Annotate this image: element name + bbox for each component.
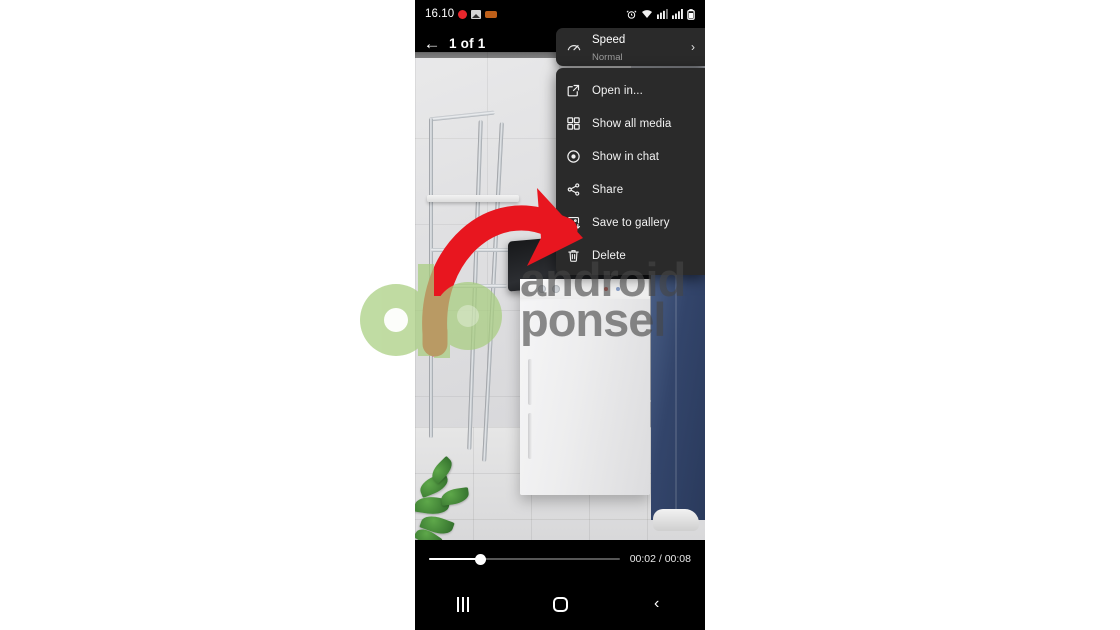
- menu-item-show-all-media[interactable]: Show all media: [556, 107, 705, 140]
- orange-app-icon: [485, 10, 498, 18]
- wifi-icon: [641, 9, 653, 19]
- back-arrow-icon[interactable]: ←: [415, 35, 449, 52]
- potted-plant: [415, 455, 479, 552]
- washer-control-panel: [520, 279, 650, 299]
- menu-item-label: Open in...: [592, 84, 643, 97]
- system-navigation-bar: ‹: [415, 578, 705, 630]
- chevron-right-icon[interactable]: ›: [691, 40, 697, 54]
- video-time-display: 00:02 / 00:08: [629, 553, 691, 565]
- menu-item-label: Save to gallery: [592, 216, 670, 229]
- alarm-icon: [626, 9, 637, 20]
- menu-item-label: Delete: [592, 249, 626, 262]
- seek-fill: [429, 558, 481, 560]
- menu-item-label: Show all media: [592, 117, 672, 130]
- signal-icon: [672, 9, 683, 19]
- open-external-icon: [566, 83, 592, 98]
- status-bar-clock: 16.10: [425, 8, 455, 20]
- menu-item-share[interactable]: Share: [556, 173, 705, 206]
- back-chevron-icon: ‹: [654, 595, 660, 612]
- menu-item-open-in[interactable]: Open in...: [556, 74, 705, 107]
- mobile-data-icon: [657, 9, 668, 19]
- shoe: [653, 509, 699, 531]
- nav-back-button[interactable]: ‹: [608, 595, 705, 613]
- menu-item-label: Share: [592, 183, 624, 196]
- page-title: 1 of 1: [449, 35, 486, 51]
- blue-jeans: [651, 270, 705, 520]
- washing-machine: [508, 228, 660, 495]
- eye-icon: [566, 149, 592, 164]
- status-bar-left: 16.10: [425, 8, 498, 20]
- menu-item-save-to-gallery[interactable]: Save to gallery: [556, 206, 705, 239]
- speedometer-icon: [566, 39, 592, 55]
- status-bar-right: [626, 8, 695, 20]
- home-button[interactable]: [512, 596, 609, 612]
- recents-button[interactable]: [415, 596, 512, 612]
- speed-label: Speed: [592, 33, 626, 46]
- share-icon: [566, 182, 592, 197]
- status-bar: 16.10: [415, 0, 705, 28]
- speed-value: Normal: [592, 52, 623, 63]
- speed-text-block: Speed Normal: [592, 30, 691, 65]
- grid-icon: [566, 116, 592, 131]
- video-seekbar-row[interactable]: 00:02 / 00:08: [415, 540, 705, 578]
- record-dot-icon: [458, 9, 468, 19]
- menu-item-delete[interactable]: Delete: [556, 239, 705, 272]
- overflow-menu[interactable]: Open in... Show all media Show in chat S…: [556, 68, 705, 275]
- screenshot-canvas: 16.10 ← 1 of 1 Speed Normal › Open in...…: [0, 0, 1120, 630]
- battery-icon: [687, 8, 695, 20]
- seek-thumb[interactable]: [474, 553, 486, 565]
- menu-item-show-in-chat[interactable]: Show in chat: [556, 140, 705, 173]
- seek-track[interactable]: [429, 553, 620, 565]
- image-icon: [471, 9, 482, 19]
- home-icon: [552, 596, 568, 612]
- phone-screen: 16.10 ← 1 of 1 Speed Normal › Open in...…: [415, 0, 705, 630]
- menu-item-speed[interactable]: Speed Normal ›: [556, 28, 705, 66]
- save-image-icon: [566, 215, 592, 230]
- recents-icon: [457, 596, 470, 612]
- trash-icon: [566, 248, 592, 263]
- menu-item-label: Show in chat: [592, 150, 660, 163]
